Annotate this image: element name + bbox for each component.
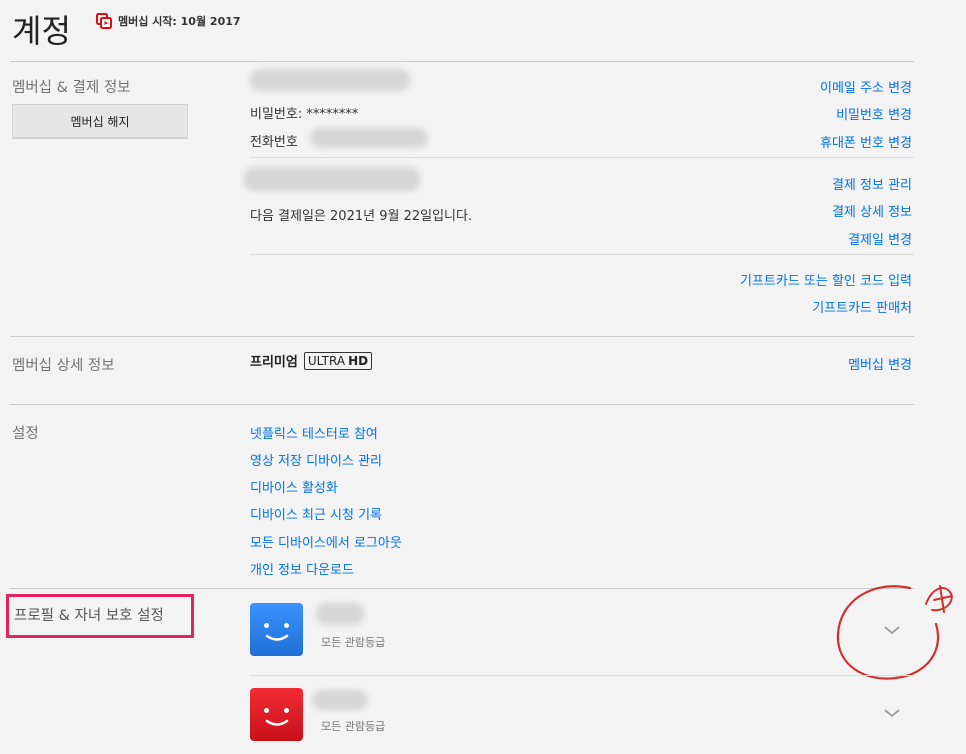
divider <box>10 336 914 337</box>
settings-download-personal-info-link[interactable]: 개인 정보 다운로드 <box>250 559 354 578</box>
profile-name-redacted <box>316 603 364 625</box>
settings-test-participation-link[interactable]: 넷플릭스 테스터로 참여 <box>250 423 378 442</box>
cancel-membership-label: 멤버십 해지 <box>70 114 130 129</box>
password-value: 비밀번호: ******** <box>250 107 359 122</box>
ultra-hd-badge: ULTRA HD <box>303 351 373 370</box>
manage-payment-link[interactable]: 결제 정보 관리 <box>832 174 912 193</box>
member-since-badge: 멤버십 시작: 10월 2017 <box>96 13 241 29</box>
plan-info: 프리미엄 ULTRA HD <box>250 351 373 370</box>
divider <box>250 254 914 255</box>
settings-activate-device-link[interactable]: 디바이스 활성화 <box>250 477 338 496</box>
change-billing-date-link[interactable]: 결제일 변경 <box>848 229 912 248</box>
divider <box>250 675 914 676</box>
gift-card-retailers-link[interactable]: 기프트카드 판매처 <box>812 297 912 316</box>
profile-avatar[interactable] <box>250 688 303 741</box>
plan-name: 프리미엄 <box>250 355 298 370</box>
chevron-down-icon[interactable] <box>882 706 902 720</box>
divider <box>250 157 914 158</box>
change-phone-link[interactable]: 휴대폰 번호 변경 <box>820 132 912 151</box>
badge-ultra: ULTRA <box>307 353 346 368</box>
cancel-membership-button[interactable]: 멤버십 해지 <box>12 104 188 138</box>
annotation-circle <box>836 585 953 680</box>
profile-rating: 모든 관람등급 <box>321 636 386 649</box>
next-billing-date: 다음 결제일은 2021년 9월 22일입니다. <box>250 209 473 224</box>
phone-label: 전화번호 <box>250 135 298 150</box>
page-title: 계정 <box>12 12 71 50</box>
divider <box>10 588 914 589</box>
avatar-smile <box>265 634 289 641</box>
change-plan-link[interactable]: 멤버십 변경 <box>848 354 912 373</box>
change-email-link[interactable]: 이메일 주소 변경 <box>820 77 912 96</box>
avatar-smile <box>265 719 289 726</box>
profile-avatar[interactable] <box>250 603 303 656</box>
divider <box>10 404 914 405</box>
change-password-link[interactable]: 비밀번호 변경 <box>836 104 912 123</box>
section-label-plan-details: 멤버십 상세 정보 <box>12 358 115 374</box>
section-label-profiles: 프로필 & 자녀 보호 설정 <box>14 608 164 624</box>
section-label-settings: 설정 <box>12 426 39 442</box>
divider <box>10 61 914 62</box>
billing-details-link[interactable]: 결제 상세 정보 <box>832 201 912 220</box>
phone-value-redacted <box>310 128 428 148</box>
email-value-redacted <box>250 69 410 91</box>
member-since-icon <box>96 13 112 29</box>
section-label-membership-billing: 멤버십 & 결제 정보 <box>12 80 131 96</box>
profile-name-redacted <box>312 690 368 710</box>
profile-rating: 모든 관람등급 <box>321 720 386 733</box>
redeem-gift-card-link[interactable]: 기프트카드 또는 할인 코드 입력 <box>740 270 912 289</box>
settings-sign-out-all-link[interactable]: 모든 디바이스에서 로그아웃 <box>250 532 402 551</box>
settings-download-devices-link[interactable]: 영상 저장 디바이스 관리 <box>250 450 382 469</box>
payment-method-redacted <box>244 167 420 191</box>
member-since-text: 멤버십 시작: 10월 2017 <box>118 15 241 28</box>
settings-recent-streaming-link[interactable]: 디바이스 최근 시청 기록 <box>250 504 382 523</box>
badge-hd: HD <box>348 353 369 368</box>
